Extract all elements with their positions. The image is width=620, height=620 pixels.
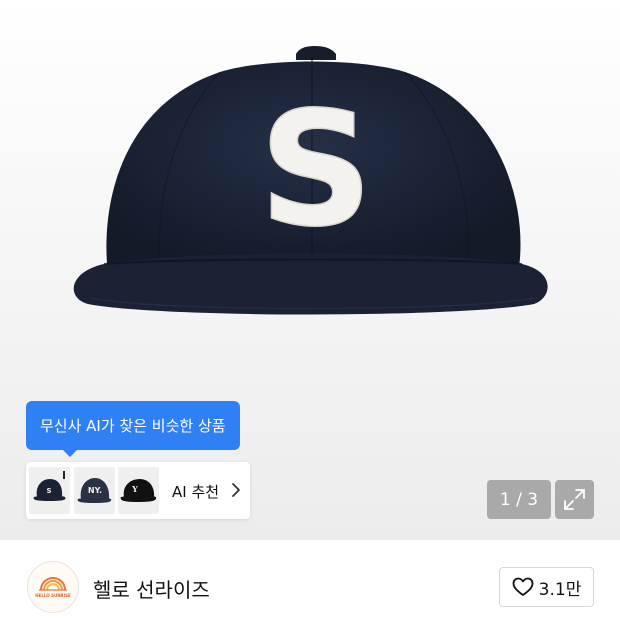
- sunrise-logo-icon: HELLO SUNRISE: [35, 577, 71, 598]
- ai-recommend-label: AI 추천: [172, 483, 220, 501]
- ai-recommend-card[interactable]: S NY. Y AI 추천: [26, 462, 250, 519]
- thumb-2-letter: NY.: [88, 486, 102, 495]
- cap-patch-letter: S: [259, 78, 373, 262]
- store-name[interactable]: 헬로 선라이즈: [93, 574, 210, 603]
- ai-similar-tooltip-text: 무신사 AI가 찾은 비슷한 상품: [40, 417, 226, 435]
- thumb-3-letter: Y: [131, 484, 138, 494]
- expand-image-button[interactable]: [555, 480, 594, 519]
- ai-similar-tooltip[interactable]: 무신사 AI가 찾은 비슷한 상품: [26, 401, 240, 457]
- svg-text:S: S: [46, 487, 51, 495]
- image-page-counter-text: 1 / 3: [499, 489, 539, 510]
- product-image: S: [73, 46, 548, 315]
- heart-icon: [512, 577, 534, 596]
- similar-product-thumb-2[interactable]: NY.: [74, 467, 115, 514]
- like-count: 3.1만: [538, 579, 582, 600]
- store-logo-text: HELLO SUNRISE: [35, 593, 71, 598]
- expand-icon: [564, 489, 585, 510]
- product-image-area[interactable]: S 무신사 AI가 찾은 비슷한 상품 S NY. Y AI 추천 1 / 3: [0, 0, 620, 540]
- similar-product-thumb-3[interactable]: Y: [118, 467, 159, 514]
- similar-product-thumb-1[interactable]: S: [29, 467, 70, 514]
- store-bar: HELLO SUNRISE 헬로 선라이즈 3.1만: [0, 540, 620, 620]
- store-logo[interactable]: HELLO SUNRISE: [27, 561, 79, 613]
- image-page-counter: 1 / 3: [487, 480, 551, 519]
- chevron-right-icon: [232, 483, 240, 497]
- like-button[interactable]: 3.1만: [499, 567, 594, 607]
